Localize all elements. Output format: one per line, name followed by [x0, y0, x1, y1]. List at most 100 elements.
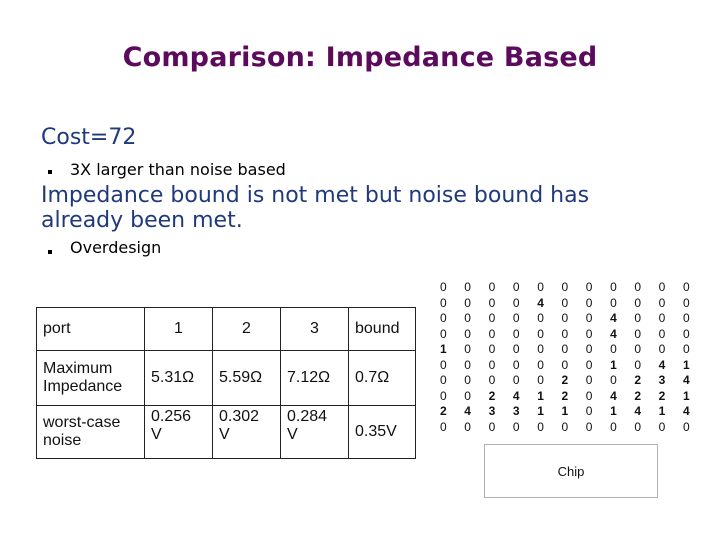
- grid-cell: 0: [682, 326, 690, 341]
- cell-unit: V: [287, 426, 298, 443]
- cell-noise-bound: 0.35V: [348, 405, 416, 459]
- grid-cell: 0: [464, 357, 471, 372]
- grid-cell: 0: [512, 342, 520, 356]
- grid-cell: 0: [585, 357, 593, 372]
- grid-cell: 0: [512, 280, 520, 294]
- grid-row: 0 0 0 0 4 0 0 0 0 0 0: [440, 296, 707, 312]
- grid-cell: 0: [585, 388, 593, 403]
- grid-cell: 1: [610, 404, 617, 418]
- grid-cell: 0: [537, 311, 544, 325]
- grid-cell: 1: [440, 342, 447, 356]
- grid-cell: 0: [561, 326, 569, 341]
- cell-impedance-3: 7.12Ω: [280, 350, 349, 406]
- header-cell-bound: bound: [348, 307, 416, 351]
- grid-cell: 0: [537, 419, 544, 434]
- grid-cell: 0: [585, 295, 593, 310]
- grid-cell: 4: [512, 388, 520, 403]
- grid-cell: 0: [610, 373, 617, 387]
- grid-cell: 0: [440, 295, 447, 310]
- grid-cell: 0: [658, 295, 666, 310]
- grid-cell: 0: [682, 280, 690, 294]
- row-label-line: Maximum: [43, 360, 113, 377]
- table-row-worst-case-noise: worst-case noise 0.256 V 0.302 V 0.284 V…: [36, 405, 416, 459]
- cell-value: 0.284: [287, 408, 328, 425]
- bullet-impedance-bound-line2: already been met.: [41, 208, 243, 233]
- grid-cell: 2: [440, 404, 447, 418]
- grid-row: 0 0 0 0 0 2 0 0 2 3 4: [440, 373, 707, 389]
- grid-cell: 0: [682, 342, 690, 356]
- grid-cell: 0: [610, 419, 617, 434]
- cell-value: 0.302: [219, 408, 260, 425]
- comparison-table: port 1 2 3 bound Maximum Impedance 5.31Ω…: [36, 307, 416, 459]
- grid-cell: 0: [658, 311, 666, 325]
- grid-cell: 1: [682, 388, 690, 403]
- grid-cell: 3: [658, 373, 666, 387]
- grid-cell: 2: [561, 373, 569, 387]
- grid-cell: 0: [585, 280, 593, 294]
- header-cell-port: port: [36, 307, 145, 351]
- grid-cell: 0: [561, 357, 569, 372]
- grid-cell: 0: [464, 388, 471, 403]
- grid-cell: 3: [488, 404, 496, 418]
- grid-cell: 2: [634, 388, 642, 403]
- grid-cell: 0: [440, 311, 447, 325]
- decap-allocation-grid: 0000000000000004000000000000040000000000…: [440, 280, 707, 435]
- grid-cell: 4: [634, 404, 642, 418]
- grid-row: 0 0 0 0 0 0 0 0 0 0 0: [440, 420, 707, 436]
- bullet-impedance-bound-line1: Impedance bound is not met but noise bou…: [41, 183, 590, 208]
- grid-cell: 0: [658, 280, 666, 294]
- grid-cell: 0: [610, 280, 617, 294]
- grid-cell: 0: [585, 326, 593, 341]
- grid-cell: 0: [634, 342, 642, 356]
- grid-cell: 0: [488, 357, 496, 372]
- grid-cell: 0: [634, 326, 642, 341]
- grid-cell: 1: [610, 357, 617, 372]
- grid-cell: 0: [440, 357, 447, 372]
- grid-cell: 1: [561, 404, 569, 418]
- grid-cell: 4: [464, 404, 471, 418]
- bullet-overdesign: Overdesign: [70, 238, 162, 257]
- grid-cell: 0: [464, 373, 471, 387]
- grid-cell: 0: [440, 326, 447, 341]
- grid-cell: 0: [585, 419, 593, 434]
- grid-cell: 0: [658, 342, 666, 356]
- slide-title: Comparison: Impedance Based: [122, 42, 598, 73]
- grid-row: 0 0 0 0 0 0 0 1 0 4 1: [440, 358, 707, 374]
- grid-cell: 2: [634, 373, 642, 387]
- row-label-line: worst-case: [43, 414, 121, 431]
- grid-cell: 0: [634, 280, 642, 294]
- row-label: Maximum Impedance: [36, 350, 145, 406]
- cell-noise-1: 0.256 V: [144, 405, 213, 459]
- grid-cell: 0: [488, 373, 496, 387]
- grid-cell: 0: [440, 388, 447, 403]
- grid-cell: 0: [488, 419, 496, 434]
- grid-cell: 0: [488, 311, 496, 325]
- grid-row: 0 0 0 0 0 0 0 0 0 0 0: [440, 280, 707, 296]
- bullet-marker: [48, 250, 52, 254]
- bullet-cost: Cost=72: [41, 125, 137, 150]
- grid-cell: 0: [512, 311, 520, 325]
- cell-unit: V: [219, 426, 230, 443]
- grid-cell: 0: [440, 373, 447, 387]
- grid-cell: 4: [537, 295, 544, 310]
- cell-unit: V: [151, 426, 162, 443]
- row-label: worst-case noise: [36, 405, 145, 459]
- grid-cell: 0: [634, 311, 642, 325]
- grid-cell: 0: [585, 342, 593, 356]
- grid-cell: 1: [537, 404, 544, 418]
- grid-cell: 0: [634, 419, 642, 434]
- grid-cell: 0: [682, 311, 690, 325]
- chip-label: Chip: [557, 463, 585, 479]
- cell-impedance-2: 5.59Ω: [212, 350, 281, 406]
- grid-cell: 0: [512, 357, 520, 372]
- table-header-row: port 1 2 3 bound: [36, 307, 416, 351]
- grid-cell: 0: [610, 295, 617, 310]
- grid-cell: 0: [440, 280, 447, 294]
- bullet-marker: [48, 170, 52, 174]
- grid-cell: 0: [658, 326, 666, 341]
- grid-cell: 0: [488, 342, 496, 356]
- grid-row: 0 0 2 4 1 2 0 4 2 2 1: [440, 389, 707, 405]
- grid-cell: 0: [488, 295, 496, 310]
- grid-cell: 0: [512, 326, 520, 341]
- bullet-3x-larger: 3X larger than noise based: [70, 160, 286, 179]
